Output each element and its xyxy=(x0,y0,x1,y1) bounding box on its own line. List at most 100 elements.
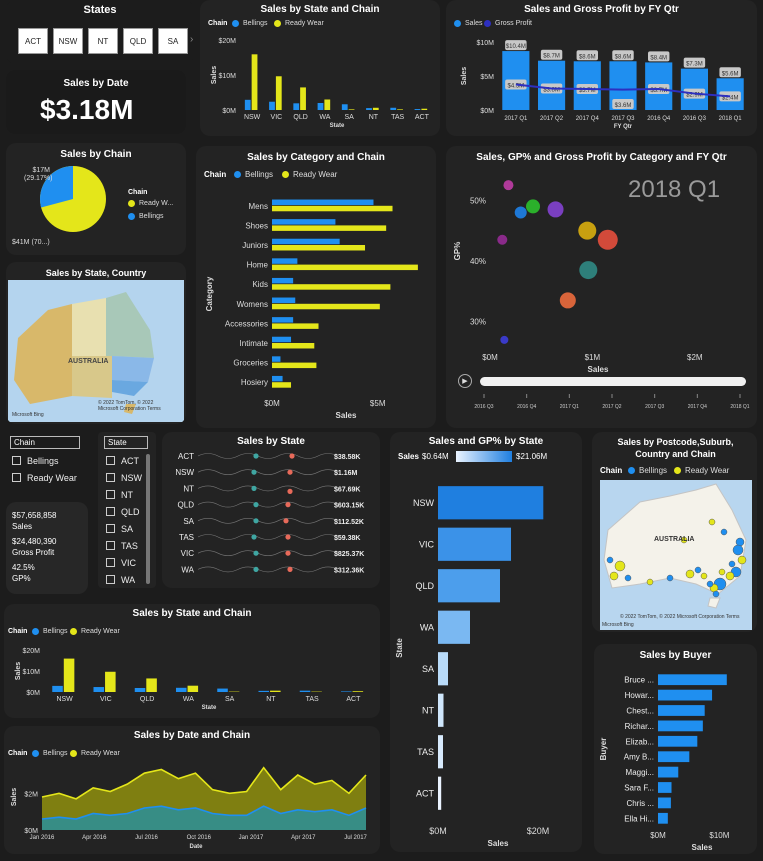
chevron-right-icon[interactable]: › xyxy=(190,34,193,45)
postcode-map[interactable]: AUSTRALIA © 2022 TomTom, © 2022 Microsof… xyxy=(600,480,752,630)
map-bubble-dot[interactable] xyxy=(694,566,702,574)
bar[interactable] xyxy=(372,107,379,110)
dot-marker[interactable] xyxy=(251,534,257,540)
bar[interactable] xyxy=(272,375,283,382)
bar[interactable] xyxy=(348,109,355,110)
state-option[interactable]: ACT xyxy=(106,452,142,469)
bar[interactable] xyxy=(438,569,500,603)
map-bubble-dot[interactable] xyxy=(700,572,708,580)
bar[interactable] xyxy=(658,797,671,809)
bar[interactable] xyxy=(658,751,690,763)
dot-marker[interactable] xyxy=(283,518,289,524)
bar[interactable] xyxy=(324,99,331,111)
bar[interactable] xyxy=(438,693,444,727)
bar[interactable] xyxy=(390,107,397,110)
bar[interactable] xyxy=(299,690,311,692)
bar[interactable] xyxy=(270,690,281,692)
checkbox-icon[interactable] xyxy=(106,541,115,550)
map-bubble-dot[interactable] xyxy=(720,528,728,536)
dot-guide[interactable] xyxy=(197,501,339,508)
bar[interactable] xyxy=(658,782,672,793)
dot-marker[interactable] xyxy=(253,518,259,524)
bar[interactable] xyxy=(272,205,393,212)
state-option-act[interactable]: ACT xyxy=(18,28,48,54)
dot-guide[interactable] xyxy=(197,550,339,556)
dot-guide[interactable] xyxy=(197,518,339,524)
checkbox-icon[interactable] xyxy=(106,558,115,567)
bar[interactable] xyxy=(300,87,306,110)
play-axis-track[interactable] xyxy=(480,377,746,386)
map-bubble-dot[interactable] xyxy=(685,569,695,579)
map-bubble-dot[interactable] xyxy=(718,568,726,576)
scatter-point[interactable] xyxy=(559,292,576,309)
dot-marker[interactable] xyxy=(287,488,293,494)
bar[interactable] xyxy=(293,103,300,110)
bar[interactable] xyxy=(272,277,294,284)
state-option[interactable]: WA xyxy=(106,571,142,588)
state-option[interactable]: TAS xyxy=(106,537,142,554)
bar[interactable] xyxy=(275,76,282,110)
bar[interactable] xyxy=(272,258,298,264)
dot-marker[interactable] xyxy=(287,566,293,572)
dot-marker[interactable] xyxy=(253,502,259,508)
bar[interactable] xyxy=(658,689,713,701)
map-bubble-dot[interactable] xyxy=(606,556,614,564)
checkbox-icon[interactable] xyxy=(106,507,115,516)
bar[interactable] xyxy=(658,720,703,732)
bar[interactable] xyxy=(217,688,228,692)
bar[interactable] xyxy=(272,199,374,206)
state-option-qld[interactable]: QLD xyxy=(123,28,153,54)
bar[interactable] xyxy=(658,766,679,778)
bar[interactable] xyxy=(272,284,391,290)
bar[interactable] xyxy=(341,104,348,110)
checkbox-icon[interactable] xyxy=(106,575,115,584)
bar[interactable] xyxy=(272,245,366,251)
map-bubble-dot[interactable] xyxy=(732,544,744,556)
map-bubble-dot[interactable] xyxy=(624,574,632,582)
state-option[interactable]: QLD xyxy=(106,503,142,520)
bar[interactable] xyxy=(658,674,727,686)
bar[interactable] xyxy=(105,671,116,692)
dot-guide[interactable] xyxy=(197,534,339,540)
dot-guide[interactable] xyxy=(197,566,339,573)
pie-legend-bellings[interactable]: Bellings xyxy=(128,213,164,220)
dot-marker[interactable] xyxy=(285,550,291,556)
dot-marker[interactable] xyxy=(253,550,259,556)
map-bubble-dot[interactable] xyxy=(646,578,654,586)
scatter-point[interactable] xyxy=(526,199,541,214)
checkbox-icon[interactable] xyxy=(106,524,115,533)
scatter-point[interactable] xyxy=(547,201,564,218)
bar[interactable] xyxy=(258,690,270,692)
bar[interactable] xyxy=(272,336,292,343)
bar[interactable] xyxy=(93,687,105,692)
map-region-nt[interactable] xyxy=(72,298,106,356)
checkbox-icon[interactable] xyxy=(106,490,115,499)
bar[interactable] xyxy=(366,108,372,110)
checkbox-icon[interactable] xyxy=(106,456,115,465)
dot-marker[interactable] xyxy=(253,566,259,572)
map-bubble-dot[interactable] xyxy=(609,571,619,581)
checkbox-icon[interactable] xyxy=(12,473,21,482)
scatter-point[interactable] xyxy=(500,335,509,344)
map-bubble-dot[interactable] xyxy=(706,580,714,588)
bar[interactable] xyxy=(438,776,442,810)
bar[interactable] xyxy=(438,486,544,520)
bar[interactable] xyxy=(352,691,364,692)
dot-marker[interactable] xyxy=(287,469,293,475)
bar[interactable] xyxy=(176,687,187,692)
scatter-point[interactable] xyxy=(597,229,618,250)
dot-guide[interactable] xyxy=(197,485,339,492)
bar[interactable] xyxy=(272,362,317,369)
bar[interactable] xyxy=(52,685,63,692)
scatter-point[interactable] xyxy=(514,206,527,219)
dot-marker[interactable] xyxy=(289,453,295,459)
map-bubble-dot[interactable] xyxy=(725,571,735,581)
legend-bellings[interactable]: Bellings xyxy=(628,466,667,475)
bar[interactable] xyxy=(187,685,199,692)
bar[interactable] xyxy=(272,297,296,304)
bar[interactable] xyxy=(244,99,251,110)
bar[interactable] xyxy=(63,658,75,692)
map-bubble-dot[interactable] xyxy=(728,560,736,568)
bar[interactable] xyxy=(272,356,281,362)
bar[interactable] xyxy=(658,812,668,824)
